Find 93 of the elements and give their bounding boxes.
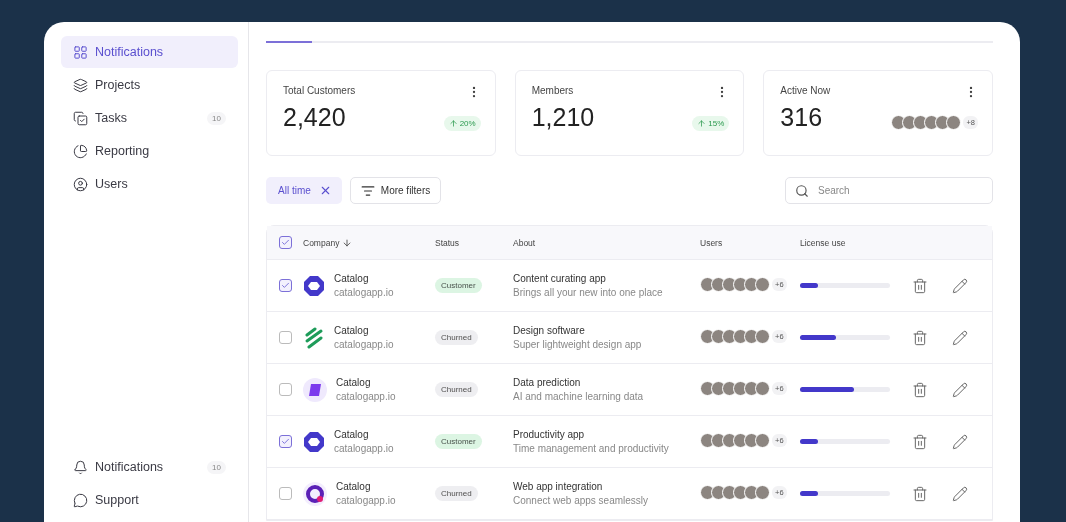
about-title: Data prediction [513,377,582,388]
search-icon [795,184,809,198]
change-badge: 15% [692,116,730,131]
sort-icon[interactable] [342,237,353,248]
checkbox[interactable] [279,383,292,396]
edit-icon[interactable] [952,485,970,502]
avatar [946,115,962,130]
sidebar-label: Support [95,493,139,507]
filter-icon [360,183,375,198]
about-title: Productivity app [513,429,586,440]
about-description: Super lightweight design app [513,339,643,350]
hexagon-logo-icon [303,274,325,297]
edit-icon[interactable] [952,277,970,294]
avatar [755,485,770,500]
about-description: Connect web apps seamlessly [513,495,650,506]
more-filters-button[interactable]: More filters [349,177,442,204]
column-header: Status [435,237,461,248]
company-name: Catalog [336,377,372,388]
company-domain: catalogapp.io [336,495,396,506]
sidebar-item[interactable]: Notifications 10 [61,451,238,483]
check-icon [281,281,290,290]
sidebar-label: Projects [95,78,141,92]
sidebar-item[interactable]: Notifications [61,36,238,68]
company-name: Catalog [334,273,370,284]
checkbox[interactable] [279,331,292,344]
company-domain: catalogapp.io [334,443,394,454]
sidebar-item[interactable]: Users [61,168,238,200]
stat-title: Active Now [780,85,832,98]
ring-logo-icon [303,481,327,506]
chat-bubble-icon [73,492,88,508]
sidebar-label: Notifications [95,460,164,474]
stat-title: Total Customers [283,85,357,98]
tab-indicator [266,41,312,43]
count-badge: 10 [207,460,226,474]
column-header[interactable]: Company [303,237,435,248]
avatar [755,329,770,344]
status-badge: Churned [435,486,478,501]
column-header: License use [800,237,847,248]
stat-value: 2,420 [283,103,346,132]
sidebar-label: Notifications [95,45,164,59]
checkbox[interactable] [279,435,292,448]
check-icon [281,238,290,247]
company-name: Catalog [334,429,370,440]
sidebar-item[interactable]: Tasks 10 [61,102,238,134]
column-header: About [513,237,537,248]
search-field[interactable]: Search [785,177,993,204]
edit-icon[interactable] [952,381,970,398]
filter-chip[interactable]: All time [266,177,342,204]
grid-icon [73,44,88,60]
status-badge: Churned [435,382,478,397]
company-domain: catalogapp.io [334,339,394,350]
stripes-logo-icon [303,326,325,349]
about-description: Time management and productivity [513,443,670,454]
company-domain: catalogapp.io [334,287,394,298]
change-badge: 20% [443,116,481,131]
about-description: AI and machine learning data [513,391,645,402]
layers-icon [73,77,88,93]
sidebar-label: Users [95,177,128,191]
about-title: Web app integration [513,481,604,492]
about-description: Brings all your new into one place [513,287,664,298]
status-badge: Churned [435,330,478,345]
checkbox[interactable] [279,279,292,292]
company-name: Catalog [336,481,372,492]
sidebar-label: Reporting [95,144,150,158]
status-badge: Customer [435,434,482,449]
avatar [755,381,770,396]
hexagon-logo-icon [303,430,325,453]
user-icon [73,176,88,192]
sidebar-item[interactable]: Projects [61,69,238,101]
sidebar-item[interactable]: Support [61,484,238,516]
about-title: Content curating app [513,273,607,284]
checkbox[interactable] [279,236,292,249]
avatar [755,277,770,292]
edit-icon[interactable] [952,433,970,450]
edit-icon[interactable] [952,329,970,346]
check-icon [281,437,290,446]
checked-copy-icon [73,110,88,126]
sidebar-item[interactable]: Reporting [61,135,238,167]
checkbox[interactable] [279,487,292,500]
status-badge: Customer [435,278,482,293]
count-badge: 10 [207,111,226,125]
bell-icon [73,459,88,475]
about-title: Design software [513,325,586,336]
pie-chart-icon [73,143,88,159]
stat-value: 1,210 [531,103,595,132]
cube-logo-icon [303,377,327,402]
stat-value: 316 [780,103,823,132]
company-name: Catalog [334,325,370,336]
company-domain: catalogapp.io [336,391,396,402]
sidebar-label: Tasks [95,111,127,125]
avatar [755,433,770,448]
column-header: Users [700,237,724,248]
stat-title: Members [531,85,575,98]
